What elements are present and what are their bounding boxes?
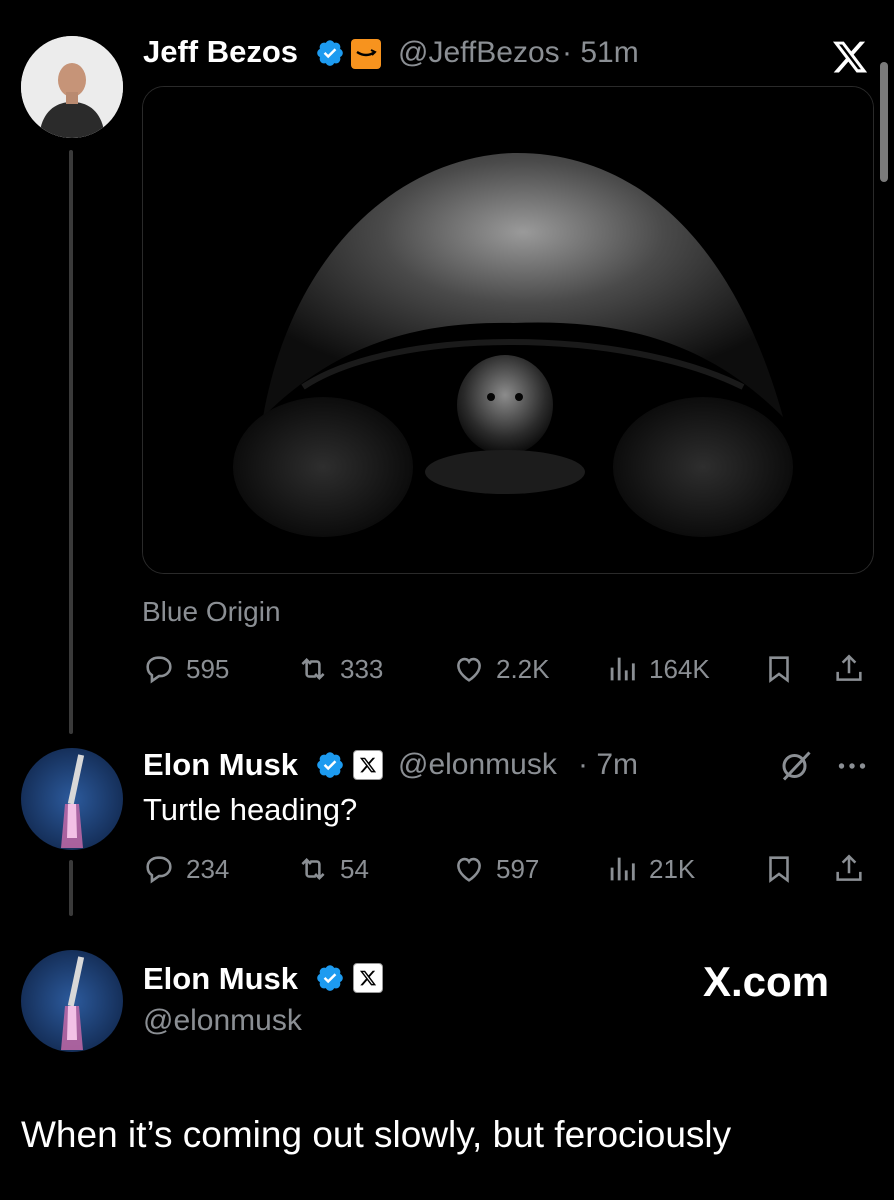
amazon-logo-icon bbox=[351, 39, 381, 69]
share-button[interactable] bbox=[832, 852, 866, 891]
like-icon bbox=[457, 657, 481, 682]
bookmark-icon bbox=[769, 656, 789, 683]
reply-icon bbox=[146, 656, 172, 684]
reply-icon bbox=[146, 856, 172, 884]
retweet-icon bbox=[301, 657, 325, 681]
x-logo-icon bbox=[353, 750, 383, 780]
turtle-illustration bbox=[143, 87, 873, 573]
avatar-jeff-bezos[interactable] bbox=[21, 36, 123, 138]
like-button[interactable]: 597 bbox=[452, 852, 539, 886]
thread-line bbox=[69, 150, 73, 734]
post-time: · 7m bbox=[578, 748, 638, 781]
grok-icon[interactable] bbox=[778, 748, 814, 789]
retweet-count: 54 bbox=[340, 853, 369, 884]
reply-button[interactable]: 595 bbox=[142, 652, 229, 686]
avatar-elon-musk[interactable] bbox=[21, 748, 123, 850]
avatar-photo bbox=[21, 950, 123, 1052]
avatar-photo bbox=[21, 748, 123, 850]
reply-count: 595 bbox=[186, 653, 230, 684]
scrollbar[interactable] bbox=[880, 62, 888, 182]
verified-icon bbox=[315, 38, 345, 73]
author-name[interactable]: Jeff Bezos bbox=[143, 34, 298, 70]
like-count: 2.2K bbox=[496, 653, 550, 684]
retweet-icon bbox=[301, 857, 325, 881]
avatar-photo bbox=[21, 36, 123, 138]
thread-line-2 bbox=[69, 860, 73, 916]
bookmark-button[interactable] bbox=[762, 652, 796, 691]
share-icon bbox=[836, 654, 862, 681]
media-caption: Blue Origin bbox=[142, 596, 281, 627]
tweet-text: Turtle heading? bbox=[143, 792, 358, 827]
author-handle[interactable]: @elonmusk bbox=[398, 748, 557, 782]
views-count: 164K bbox=[649, 653, 710, 684]
views-count: 21K bbox=[649, 853, 696, 884]
profile-name[interactable]: Elon Musk bbox=[143, 961, 298, 997]
share-icon bbox=[836, 854, 862, 881]
views-button[interactable]: 21K bbox=[605, 852, 695, 886]
meme-caption: When it’s coming out slowly, but ferocio… bbox=[21, 1114, 732, 1155]
like-button[interactable]: 2.2K bbox=[452, 652, 550, 686]
like-count: 597 bbox=[496, 853, 540, 884]
views-icon bbox=[610, 857, 635, 881]
views-icon bbox=[610, 657, 635, 681]
bookmark-icon bbox=[769, 856, 789, 883]
views-button[interactable]: 164K bbox=[605, 652, 710, 686]
reply-button[interactable]: 234 bbox=[142, 852, 229, 886]
post-time: · 51m bbox=[562, 36, 639, 69]
profile-handle[interactable]: @elonmusk bbox=[143, 1004, 302, 1038]
verified-icon bbox=[315, 963, 345, 998]
close-x-icon[interactable] bbox=[830, 38, 870, 81]
avatar-elon-musk-footer[interactable] bbox=[21, 950, 123, 1052]
author-name[interactable]: Elon Musk bbox=[143, 747, 298, 783]
share-button[interactable] bbox=[832, 652, 866, 691]
retweet-count: 333 bbox=[340, 653, 384, 684]
like-icon bbox=[457, 857, 481, 882]
retweet-button[interactable]: 54 bbox=[296, 852, 369, 886]
retweet-button[interactable]: 333 bbox=[296, 652, 383, 686]
x-logo-icon bbox=[353, 963, 383, 993]
reply-count: 234 bbox=[186, 853, 230, 884]
author-handle[interactable]: @JeffBezos bbox=[398, 36, 560, 70]
x-com-watermark: X.com bbox=[703, 958, 830, 1005]
bookmark-button[interactable] bbox=[762, 852, 796, 891]
tweet-media-image[interactable] bbox=[142, 86, 874, 574]
more-icon[interactable] bbox=[834, 752, 870, 785]
verified-icon bbox=[315, 750, 345, 785]
